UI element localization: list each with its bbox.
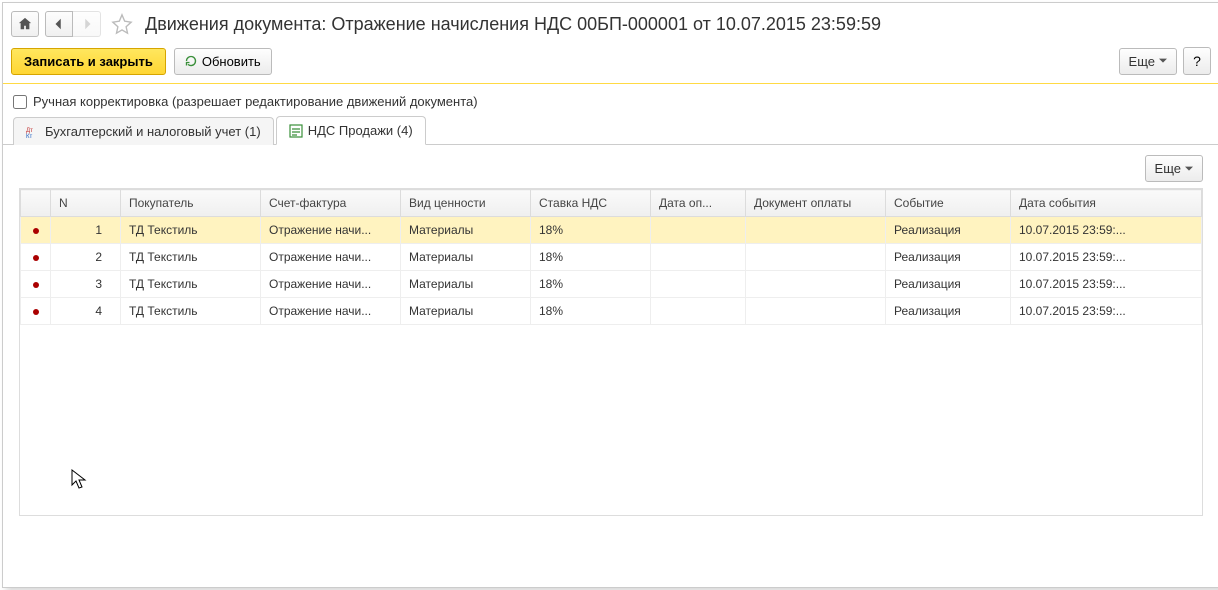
cell-buyer: ТД Текстиль <box>121 271 261 298</box>
help-button[interactable]: ? <box>1183 47 1211 75</box>
tab-vat-sales[interactable]: НДС Продажи (4) <box>276 116 426 145</box>
chevron-down-icon <box>1159 57 1167 65</box>
cell-vat-rate: 18% <box>531 298 651 325</box>
tab-accounting[interactable]: ДтКт Бухгалтерский и налоговый учет (1) <box>13 117 274 145</box>
col-n[interactable]: N <box>51 190 121 217</box>
col-pay-date[interactable]: Дата оп... <box>651 190 746 217</box>
cell-vat-rate: 18% <box>531 217 651 244</box>
more-button-table[interactable]: Еще <box>1145 155 1203 182</box>
table-row[interactable]: 2 ТД Текстиль Отражение начи... Материал… <box>21 244 1202 271</box>
col-event-date[interactable]: Дата события <box>1011 190 1202 217</box>
cell-pay-doc <box>746 244 886 271</box>
table-row[interactable]: 1 ТД Текстиль Отражение начи... Материал… <box>21 217 1202 244</box>
more-label: Еще <box>1129 54 1155 69</box>
row-marker-icon <box>33 228 39 234</box>
cell-event-date: 10.07.2015 23:59:... <box>1011 244 1202 271</box>
table-row[interactable]: 3 ТД Текстиль Отражение начи... Материал… <box>21 271 1202 298</box>
cell-event: Реализация <box>886 217 1011 244</box>
svg-text:Кт: Кт <box>26 134 32 139</box>
cell-invoice: Отражение начи... <box>261 217 401 244</box>
cell-vat-rate: 18% <box>531 244 651 271</box>
col-invoice[interactable]: Счет-фактура <box>261 190 401 217</box>
cell-vat-rate: 18% <box>531 271 651 298</box>
cell-buyer: ТД Текстиль <box>121 298 261 325</box>
cell-pay-date <box>651 217 746 244</box>
more-label: Еще <box>1155 161 1181 176</box>
row-marker-icon <box>33 309 39 315</box>
cell-n: 4 <box>51 298 121 325</box>
star-icon <box>111 13 133 35</box>
cell-value-type: Материалы <box>401 271 531 298</box>
accounting-icon: ДтКт <box>26 125 40 139</box>
cell-buyer: ТД Текстиль <box>121 244 261 271</box>
cell-event: Реализация <box>886 244 1011 271</box>
refresh-icon <box>185 55 197 67</box>
cell-n: 1 <box>51 217 121 244</box>
cell-n: 2 <box>51 244 121 271</box>
cell-pay-doc <box>746 271 886 298</box>
cell-value-type: Материалы <box>401 217 531 244</box>
cell-invoice: Отражение начи... <box>261 271 401 298</box>
save-and-close-button[interactable]: Записать и закрыть <box>11 48 166 75</box>
cell-event-date: 10.07.2015 23:59:... <box>1011 298 1202 325</box>
cell-invoice: Отражение начи... <box>261 244 401 271</box>
page-title: Движения документа: Отражение начисления… <box>145 14 881 35</box>
tab-accounting-label: Бухгалтерский и налоговый учет (1) <box>45 124 261 139</box>
cell-pay-date <box>651 298 746 325</box>
chevron-down-icon <box>1185 165 1193 173</box>
row-marker-icon <box>33 282 39 288</box>
col-value-type[interactable]: Вид ценности <box>401 190 531 217</box>
home-button[interactable] <box>11 11 39 37</box>
manual-edit-label: Ручная корректировка (разрешает редактир… <box>33 94 478 109</box>
refresh-button[interactable]: Обновить <box>174 48 272 75</box>
home-icon <box>18 17 32 31</box>
cell-value-type: Материалы <box>401 244 531 271</box>
cell-pay-date <box>651 271 746 298</box>
col-buyer[interactable]: Покупатель <box>121 190 261 217</box>
cell-event: Реализация <box>886 271 1011 298</box>
manual-edit-checkbox[interactable] <box>13 95 27 109</box>
col-pay-doc[interactable]: Документ оплаты <box>746 190 886 217</box>
cell-invoice: Отражение начи... <box>261 298 401 325</box>
cell-n: 3 <box>51 271 121 298</box>
favorite-toggle[interactable] <box>111 13 133 35</box>
tab-vat-sales-label: НДС Продажи (4) <box>308 123 413 138</box>
cell-buyer: ТД Текстиль <box>121 217 261 244</box>
cell-event: Реализация <box>886 298 1011 325</box>
cell-event-date: 10.07.2015 23:59:... <box>1011 271 1202 298</box>
cell-pay-doc <box>746 298 886 325</box>
vat-icon <box>289 124 303 138</box>
col-event[interactable]: Событие <box>886 190 1011 217</box>
nav-forward-button <box>73 11 101 37</box>
col-marker[interactable] <box>21 190 51 217</box>
cell-value-type: Материалы <box>401 298 531 325</box>
nav-back-button[interactable] <box>45 11 73 37</box>
cell-event-date: 10.07.2015 23:59:... <box>1011 217 1202 244</box>
more-button-top[interactable]: Еще <box>1119 48 1177 75</box>
arrow-right-icon <box>80 17 94 31</box>
arrow-left-icon <box>52 17 66 31</box>
table-row[interactable]: 4 ТД Текстиль Отражение начи... Материал… <box>21 298 1202 325</box>
refresh-label: Обновить <box>202 54 261 69</box>
vat-sales-table[interactable]: N Покупатель Счет-фактура Вид ценности С… <box>20 189 1202 325</box>
row-marker-icon <box>33 255 39 261</box>
cell-pay-doc <box>746 217 886 244</box>
cell-pay-date <box>651 244 746 271</box>
col-vat-rate[interactable]: Ставка НДС <box>531 190 651 217</box>
